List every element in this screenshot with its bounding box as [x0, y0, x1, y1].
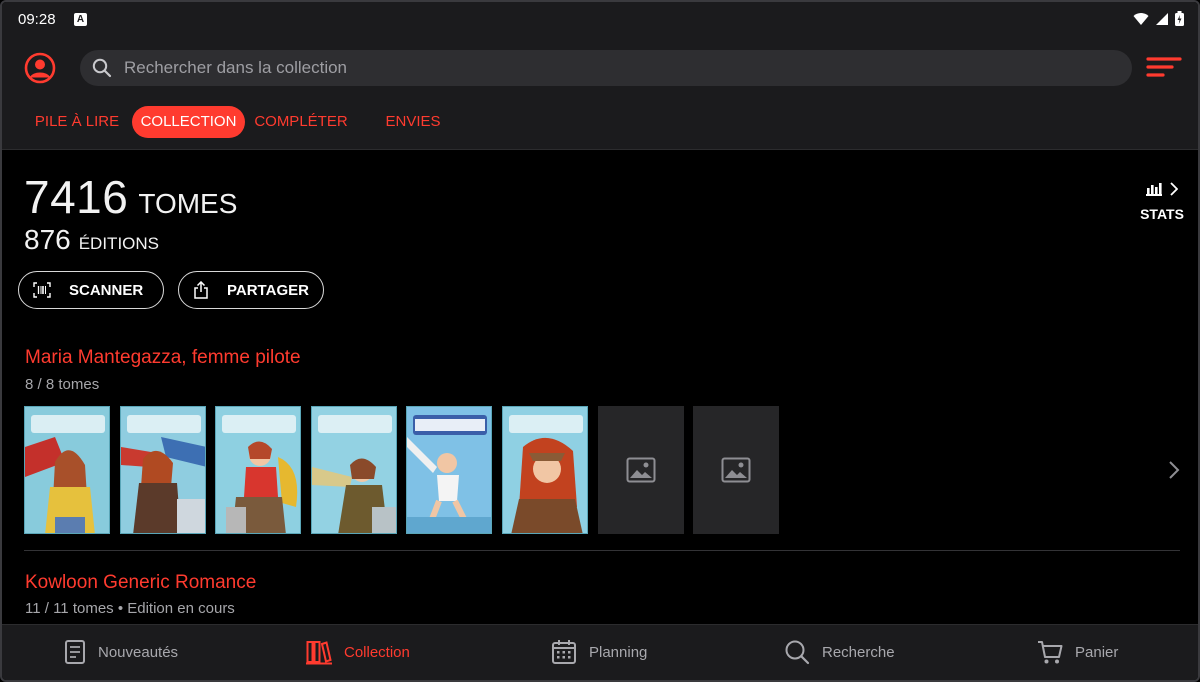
- battery-icon: [1175, 11, 1184, 26]
- volume-cover[interactable]: [215, 406, 301, 534]
- stats-button[interactable]: STATS: [1132, 180, 1192, 222]
- search-icon: [785, 640, 810, 665]
- barcode-scan-icon: [33, 282, 51, 298]
- notification-icon: A: [74, 13, 87, 26]
- app-window: 09:28 A PILE À LIRE COLL: [0, 0, 1200, 682]
- volume-cover[interactable]: [406, 406, 492, 534]
- books-icon: [306, 641, 332, 665]
- editions-count: 876 ÉDITIONS: [24, 224, 159, 256]
- signal-icon: [1156, 12, 1168, 25]
- editions-label: ÉDITIONS: [78, 234, 160, 253]
- volume-cover-placeholder[interactable]: [598, 406, 684, 534]
- nav-label: Panier: [1075, 643, 1119, 661]
- share-label: PARTAGER: [227, 281, 309, 299]
- share-button[interactable]: PARTAGER: [178, 271, 324, 309]
- nav-label: Collection: [344, 643, 410, 661]
- image-placeholder-icon: [626, 457, 656, 483]
- tab-envies[interactable]: ENVIES: [376, 106, 450, 138]
- nav-collection[interactable]: Collection: [306, 639, 410, 665]
- series-title[interactable]: Maria Mantegazza, femme pilote: [25, 347, 301, 369]
- bottom-navigation: Nouveautés Collection Planning Recherche…: [2, 624, 1198, 680]
- nav-planning[interactable]: Planning: [551, 639, 647, 665]
- bar-chart-icon: [1146, 183, 1162, 196]
- tomes-count: 7416 TOMES: [24, 170, 237, 224]
- calendar-icon: [552, 640, 576, 664]
- sort-icon[interactable]: [1146, 56, 1182, 80]
- tab-pile-a-lire[interactable]: PILE À LIRE: [24, 106, 130, 138]
- nav-label: Nouveautés: [98, 643, 179, 661]
- search-input[interactable]: [124, 50, 1104, 86]
- tab-completer[interactable]: COMPLÉTER: [250, 106, 352, 138]
- volume-cover[interactable]: [24, 406, 110, 534]
- nav-recherche[interactable]: Recherche: [784, 639, 895, 665]
- volume-cover[interactable]: [502, 406, 588, 534]
- nav-nouveautes[interactable]: Nouveautés: [64, 639, 178, 665]
- tomes-label: TOMES: [138, 188, 238, 219]
- chevron-right-icon[interactable]: [1167, 459, 1181, 481]
- wifi-icon: [1133, 12, 1149, 25]
- series-title[interactable]: Kowloon Generic Romance: [25, 572, 256, 594]
- nav-panier[interactable]: Panier: [1037, 639, 1118, 665]
- cart-icon: [1038, 641, 1063, 664]
- series-divider: [24, 550, 1180, 551]
- chevron-right-icon: [1170, 182, 1178, 196]
- nav-label: Recherche: [822, 643, 895, 661]
- top-app-bar: PILE À LIRE COLLECTION COMPLÉTER ENVIES: [2, 38, 1198, 150]
- series-subtitle: 8 / 8 tomes: [25, 376, 100, 393]
- status-time: 09:28: [18, 11, 56, 28]
- image-placeholder-icon: [721, 457, 751, 483]
- tab-collection[interactable]: COLLECTION: [132, 106, 245, 138]
- status-bar: 09:28 A: [2, 2, 1198, 38]
- editions-number: 876: [24, 224, 71, 255]
- newspaper-icon: [65, 640, 85, 664]
- scanner-label: SCANNER: [69, 281, 144, 299]
- scanner-button[interactable]: SCANNER: [18, 271, 164, 309]
- volume-cover[interactable]: [311, 406, 397, 534]
- volume-cover[interactable]: [120, 406, 206, 534]
- series-subtitle: 11 / 11 tomes • Edition en cours: [25, 600, 235, 617]
- search-bar[interactable]: [80, 50, 1132, 86]
- tomes-number: 7416: [24, 171, 129, 223]
- status-icons: [1133, 11, 1184, 26]
- share-icon: [194, 281, 208, 299]
- profile-icon[interactable]: [24, 52, 56, 84]
- search-icon: [92, 58, 112, 78]
- volume-cover-placeholder[interactable]: [693, 406, 779, 534]
- stats-label: STATS: [1140, 206, 1184, 222]
- nav-label: Planning: [589, 643, 648, 661]
